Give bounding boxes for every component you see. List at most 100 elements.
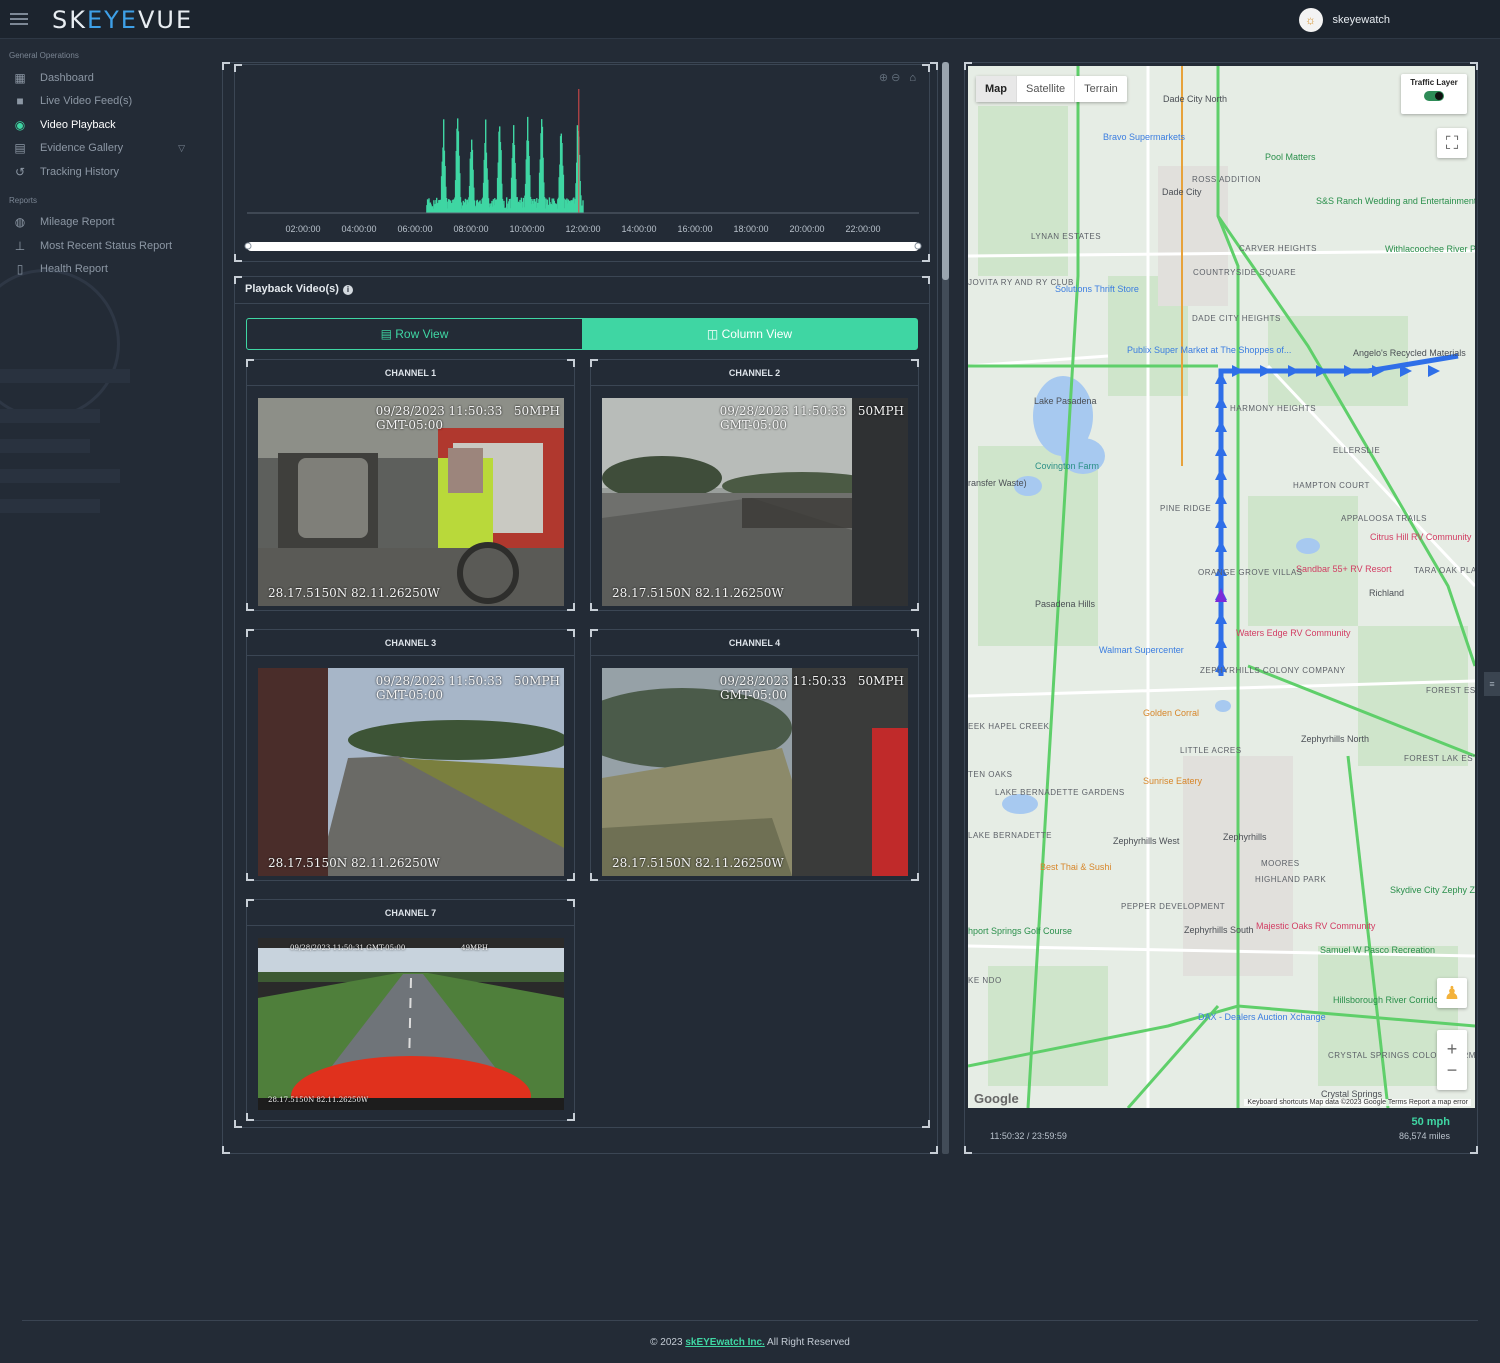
sidebar-item-most-recent-status-report[interactable]: ⊥ Most Recent Status Report xyxy=(0,234,215,258)
map-label-sandbar[interactable]: Sandbar 55+ RV Resort xyxy=(1296,564,1392,574)
map-label-waters-edge[interactable]: Waters Edge RV Community xyxy=(1236,628,1351,638)
username: skeyewatch xyxy=(1332,14,1390,26)
zoom-out-button[interactable]: − xyxy=(1447,1060,1458,1081)
osd-timestamp: 09/28/2023 11:50:33 50MPH xyxy=(719,404,904,418)
map-label-bravo[interactable]: Bravo Supermarkets xyxy=(1103,132,1185,142)
sidebar-item-video-playback[interactable]: ◉ Video Playback xyxy=(0,113,215,137)
map-attribution[interactable]: Keyboard shortcuts Map data ©2023 Google… xyxy=(1244,1099,1471,1106)
route-map[interactable]: Dade City North Bravo Supermarkets Pool Ma… xyxy=(968,66,1475,1108)
map-label-withla[interactable]: Withlacoochee River Park xyxy=(1385,244,1475,254)
map-label-majestic[interactable]: Majestic Oaks RV Community xyxy=(1256,921,1375,931)
map-label-citrus[interactable]: Citrus Hill RV Community xyxy=(1370,532,1471,542)
activity-bar xyxy=(582,200,584,213)
vehicle-position-marker[interactable] xyxy=(1215,588,1227,602)
channel-2-video[interactable]: 09/28/2023 11:50:33 50MPH GMT-05:00 28.1… xyxy=(602,398,908,606)
timeline-tick-label: 08:00:00 xyxy=(453,224,488,234)
route-arrow xyxy=(1215,492,1227,504)
map-label-forest-lake: FOREST LAK ESTATES MOBILE HOM PARK CO-O xyxy=(1404,754,1475,763)
map-label-hillsborough[interactable]: Hillsborough River Corridor xyxy=(1333,995,1442,1005)
map-type-satellite[interactable]: Satellite xyxy=(1016,76,1074,102)
timeline-tick-label: 18:00:00 xyxy=(733,224,768,234)
top-bar: SKEYEVUE ☼ skeyewatch xyxy=(0,0,1500,39)
map-label-sands[interactable]: S&S Ranch Wedding and Entertainment Venu… xyxy=(1316,196,1475,206)
map-label-transfer: ransfer Waste) xyxy=(968,478,1027,488)
map-label-golden[interactable]: Golden Corral xyxy=(1143,708,1199,718)
gauge-icon: ◍ xyxy=(14,215,26,230)
map-label-dade-heights: DADE CITY HEIGHTS xyxy=(1192,314,1281,323)
activity-bars xyxy=(426,89,584,213)
avatar[interactable]: ☼ xyxy=(1298,8,1323,32)
map-label-creek: EEK HAPEL CREEK xyxy=(968,722,1050,731)
map-label-pasadena-hills: Pasadena Hills xyxy=(1035,599,1096,609)
scrubber-end-handle[interactable] xyxy=(914,242,922,250)
map-label-angelos[interactable]: Angelo's Recycled Materials xyxy=(1353,348,1466,358)
play-circle-icon: ◉ xyxy=(14,117,26,132)
section-reports: Reports xyxy=(9,195,38,205)
column-view-button[interactable]: ◫ Column View xyxy=(582,319,917,349)
map-label-pool[interactable]: Pool Matters xyxy=(1265,152,1316,162)
route-arrow xyxy=(1215,420,1227,432)
settings-sliders-icon[interactable]: ≡ xyxy=(1484,672,1500,696)
route-arrow xyxy=(1215,372,1227,384)
channel-7-video[interactable]: 09/28/2023 11:50:31 GMT-05:00 49MPH 28.1… xyxy=(258,938,564,1110)
map-type-map[interactable]: Map xyxy=(976,76,1016,102)
map-label-lake-pasadena[interactable]: Lake Pasadena xyxy=(1034,396,1097,406)
rows-icon: ▤ xyxy=(380,327,396,341)
playback-videos-section: Playback Video(s) i ▤ Row View ◫ Column V… xyxy=(234,276,930,1128)
chevron-down-icon[interactable]: ▽ xyxy=(178,143,185,154)
map-label-covington[interactable]: Covington Farm xyxy=(1035,461,1099,471)
view-toggle: ▤ Row View ◫ Column View xyxy=(246,318,918,350)
route-arrow xyxy=(1215,396,1227,408)
map-label-publix[interactable]: Publix Super Market at The Shoppes of... xyxy=(1127,345,1291,355)
activity-timeline[interactable]: ⊕⊖ ⌂ 02:00:00 04:00:00 06:00:00 08:00:00 10:… xyxy=(234,64,930,262)
channel-4-video[interactable]: 09/28/2023 11:50:33 50MPH GMT-05:00 28.1… xyxy=(602,668,908,876)
vehicle-status: 50 mph 86,574 miles xyxy=(1399,1116,1450,1141)
menu-icon[interactable] xyxy=(10,13,28,25)
map-label-sunrise[interactable]: Sunrise Eatery xyxy=(1143,776,1202,786)
sidebar-item-mileage-report[interactable]: ◍ Mileage Report xyxy=(0,211,215,235)
map-label-samuel[interactable]: Samuel W Pasco Recreation xyxy=(1320,945,1435,955)
map-label-lake-bern-gardens: LAKE BERNADETTE GARDENS xyxy=(995,788,1125,797)
channel-title: CHANNEL 4 xyxy=(591,630,918,656)
zoom-in-button[interactable]: + xyxy=(1447,1039,1458,1060)
map-type-control: Map Satellite Terrain xyxy=(976,76,1127,102)
timeline-tick-label: 22:00:00 xyxy=(845,224,880,234)
channel-title: CHANNEL 1 xyxy=(247,360,574,386)
timeline-chart[interactable]: 02:00:00 04:00:00 06:00:00 08:00:00 10:00:00… xyxy=(235,65,931,263)
channel-1-video[interactable]: 09/28/2023 11:50:33 50MPH GMT-05:00 28.1… xyxy=(258,398,564,606)
street-view-pegman-icon[interactable]: ♟ xyxy=(1437,978,1467,1008)
channel-title: CHANNEL 3 xyxy=(247,630,574,656)
osd-coordinates: 28.17.5150N 82.11.26250W xyxy=(268,586,440,600)
osd-timestamp: 09/28/2023 11:50:33 50MPH xyxy=(719,674,904,688)
info-icon[interactable]: i xyxy=(342,285,353,295)
map-label-dax[interactable]: DAX - Dealers Auction Xchange xyxy=(1198,1012,1326,1022)
osd-coordinates: 28.17.5150N 82.11.26250W xyxy=(612,856,784,870)
traffic-layer-toggle[interactable] xyxy=(1424,91,1444,101)
sidebar-item-dashboard[interactable]: ▦ Dashboard xyxy=(0,66,215,90)
company-link[interactable]: skEYEwatch Inc. xyxy=(685,1337,764,1348)
map-label-richland: Richland xyxy=(1369,588,1405,598)
map-label-springs-golf[interactable]: hport Springs Golf Course xyxy=(968,926,1072,936)
traffic-layer-control[interactable]: Traffic Layer xyxy=(1401,74,1467,114)
osd-timezone: GMT-05:00 xyxy=(720,418,787,432)
fullscreen-icon[interactable]: ⛶ xyxy=(1437,128,1467,158)
user-menu[interactable]: ☼ skeyewatch xyxy=(1298,8,1390,32)
timeline-tick-label: 02:00:00 xyxy=(285,224,320,234)
app-logo[interactable]: SKEYEVUE xyxy=(52,6,193,34)
row-view-button[interactable]: ▤ Row View xyxy=(247,319,582,349)
sidebar-item-tracking-history[interactable]: ↺ Tracking History xyxy=(0,160,215,184)
footer: © 2023 skEYEwatch Inc. All Right Reserve… xyxy=(650,1337,850,1348)
panel-scrollbar[interactable] xyxy=(942,62,949,1154)
sidebar-item-evidence-gallery[interactable]: ▤ Evidence Gallery ▽ xyxy=(0,137,215,161)
timeline-scrubber[interactable] xyxy=(247,242,919,251)
scrollbar-thumb[interactable] xyxy=(942,62,949,280)
map-label-best-thai[interactable]: Best Thai & Sushi xyxy=(1040,862,1111,872)
scrubber-start-handle[interactable] xyxy=(244,242,252,250)
map-label-walmart[interactable]: Walmart Supercenter xyxy=(1099,645,1184,655)
map-label-skydive[interactable]: Skydive City Zephy ZHills, Zephyrhills xyxy=(1390,885,1475,895)
map-label-solutions[interactable]: Solutions Thrift Store xyxy=(1055,284,1139,294)
channel-3-video[interactable]: 09/28/2023 11:50:33 50MPH GMT-05:00 28.1… xyxy=(258,668,564,876)
map-type-terrain[interactable]: Terrain xyxy=(1074,76,1127,102)
channel-1-card: CHANNEL 1 09/28/2023 11:50:33 50MPH GMT-… xyxy=(246,359,575,611)
sidebar-item-live-video-feeds[interactable]: ■ Live Video Feed(s) xyxy=(0,90,215,114)
